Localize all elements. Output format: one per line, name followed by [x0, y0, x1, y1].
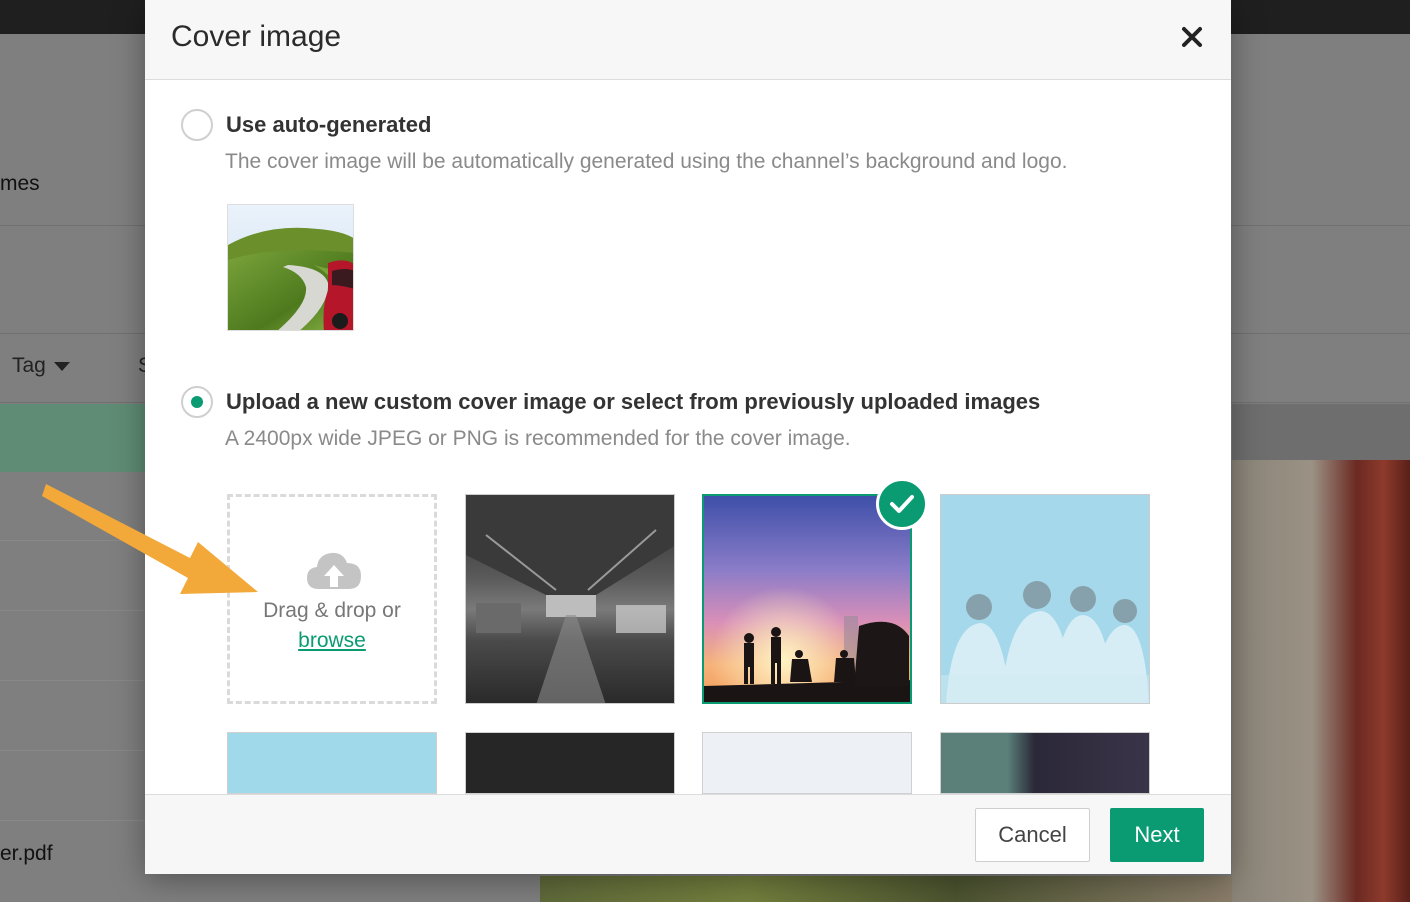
- selected-check-icon: [876, 478, 928, 530]
- auto-generated-description: The cover image will be automatically ge…: [225, 150, 1068, 173]
- modal-footer: Cancel Next: [145, 794, 1231, 874]
- auto-generated-label[interactable]: Use auto-generated: [226, 112, 431, 138]
- cloud-upload-icon: [307, 552, 361, 589]
- cover-option-construction-sunset[interactable]: [702, 494, 912, 704]
- background-photo: [540, 876, 1232, 902]
- cancel-button[interactable]: Cancel: [975, 808, 1090, 862]
- close-button[interactable]: [1175, 18, 1209, 56]
- custom-upload-description: A 2400px wide JPEG or PNG is recommended…: [225, 427, 851, 450]
- close-icon: [1182, 27, 1202, 47]
- cover-option-teal-dark[interactable]: [940, 732, 1150, 794]
- background-text-fragment: mes: [0, 172, 40, 195]
- background-photo: [1232, 460, 1410, 902]
- table-row-divider: [0, 820, 146, 821]
- background-panel: [1232, 404, 1410, 460]
- annotation-arrow-icon: [42, 484, 258, 594]
- browse-link[interactable]: browse: [230, 629, 434, 653]
- auto-generated-preview-image: [227, 204, 354, 331]
- caret-down-icon: [53, 361, 70, 371]
- table-row-divider: [0, 680, 146, 681]
- auto-generated-radio[interactable]: [181, 109, 213, 141]
- cover-option-scientists[interactable]: [940, 494, 1150, 704]
- modal-title: Cover image: [171, 20, 342, 53]
- cover-image-modal: Cover image Use auto-generated The cover…: [145, 0, 1231, 874]
- background-file-name: er.pdf: [0, 842, 53, 865]
- tag-filter-label: Tag: [12, 354, 46, 377]
- table-row-divider: [0, 750, 146, 751]
- custom-upload-label[interactable]: Upload a new custom cover image or selec…: [226, 389, 1040, 415]
- table-row-divider: [0, 610, 146, 611]
- custom-upload-radio[interactable]: [181, 386, 213, 418]
- tag-filter-dropdown[interactable]: Tag: [12, 354, 70, 378]
- cover-option-light-blue[interactable]: [227, 732, 437, 794]
- cover-option-dark[interactable]: [465, 732, 675, 794]
- selected-row-highlight: [0, 404, 146, 472]
- cover-option-light-gray[interactable]: [702, 732, 912, 794]
- modal-header: Cover image: [145, 0, 1231, 80]
- next-button[interactable]: Next: [1110, 808, 1204, 862]
- cover-option-airport[interactable]: [465, 494, 675, 704]
